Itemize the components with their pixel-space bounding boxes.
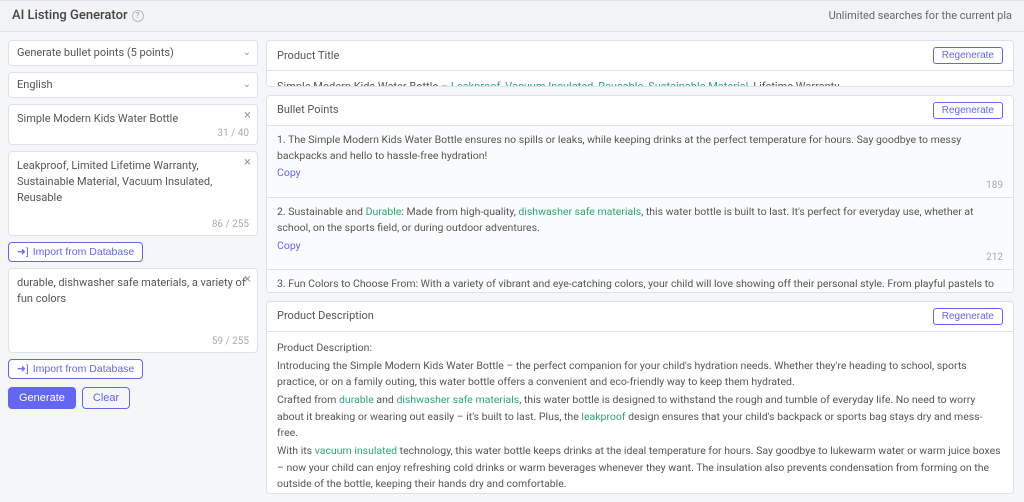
features-counter: 86 / 255 [212,218,249,233]
features-field[interactable]: × 86 / 255 [8,151,258,236]
page-title: AI Listing Generator ? [12,7,144,26]
keyword-link[interactable]: Reusable [598,80,643,87]
clear-button[interactable]: Clear [82,387,130,409]
import-icon: ➜] [17,363,29,375]
regenerate-description-button[interactable]: Regenerate [933,308,1003,325]
plan-note: Unlimited searches for the current pla [829,8,1012,24]
bullet-count: 189 [986,178,1003,193]
product-name-input[interactable] [17,111,249,125]
close-icon[interactable]: × [244,156,251,169]
mode-select-value: Generate bullet points (5 points) [17,45,174,61]
section-product-description: Product Description Regenerate Product D… [266,301,1014,494]
regenerate-title-button[interactable]: Regenerate [933,47,1003,64]
keyword-link[interactable]: durable [339,393,374,406]
copy-bullet[interactable]: Copy [277,165,1003,181]
features-input[interactable] [17,158,249,216]
generated-description: Product Description: Introducing the Sim… [267,332,1013,494]
import-keywords-button[interactable]: ➜] Import from Database [8,359,143,379]
keyword-link[interactable]: Vacuum Insulated [505,80,593,87]
keywords-field[interactable]: × 59 / 255 [8,268,258,353]
page-title-text: AI Listing Generator [12,7,128,26]
bullet-point: 1. The Simple Modern Kids Water Bottle e… [267,126,1013,197]
bullet-point: 3. Fun Colors to Choose From: With a var… [267,269,1013,292]
keyword-link[interactable]: leakproof [581,410,625,423]
regenerate-bullets-button[interactable]: Regenerate [933,102,1003,119]
close-icon[interactable]: × [244,273,251,286]
copy-bullet[interactable]: Copy [277,238,1003,254]
language-select-value: English [17,77,53,93]
keyword-link[interactable]: dishwasher safe materials [396,393,519,406]
chevron-down-icon: ⌄ [243,46,251,61]
product-name-field[interactable]: × 31 / 40 [8,104,258,145]
import-label: Import from Database [33,363,135,375]
generate-button[interactable]: Generate [8,387,76,409]
section-product-title: Product Title Regenerate Simple Modern K… [266,40,1014,87]
section-heading: Product Title [277,48,339,64]
keyword-link[interactable]: Leakproof [451,80,500,87]
keyword-link[interactable]: Durable [366,205,402,218]
section-bullet-points: Bullet Points Regenerate 1. The Simple M… [266,95,1014,293]
keyword-link[interactable]: Sustainable Material [648,80,748,87]
topbar: AI Listing Generator ? Unlimited searche… [0,0,1024,32]
section-heading: Product Description [277,308,374,324]
generated-title: Simple Modern Kids Water Bottle – Leakpr… [277,79,1003,87]
language-select[interactable]: English ⌄ [8,72,258,98]
chevron-down-icon: ⌄ [243,78,251,93]
keywords-input[interactable] [17,275,249,333]
info-icon[interactable]: ? [132,10,144,22]
bullet-count: 212 [986,250,1003,265]
keyword-link[interactable]: dishwasher safe materials [518,205,641,218]
bullet-point: 2. Sustainable and Durable: Made from hi… [267,197,1013,269]
import-label: Import from Database [33,246,135,258]
mode-select[interactable]: Generate bullet points (5 points) ⌄ [8,40,258,66]
left-panel: Generate bullet points (5 points) ⌄ Engl… [8,40,258,494]
section-heading: Bullet Points [277,102,339,118]
import-icon: ➜] [17,246,29,258]
results-panel[interactable]: Product Title Regenerate Simple Modern K… [266,40,1016,494]
keyword-link[interactable]: vacuum insulated [315,444,397,457]
product-name-counter: 31 / 40 [217,127,249,142]
close-icon[interactable]: × [244,109,251,122]
keywords-counter: 59 / 255 [212,335,249,350]
import-features-button[interactable]: ➜] Import from Database [8,242,143,262]
